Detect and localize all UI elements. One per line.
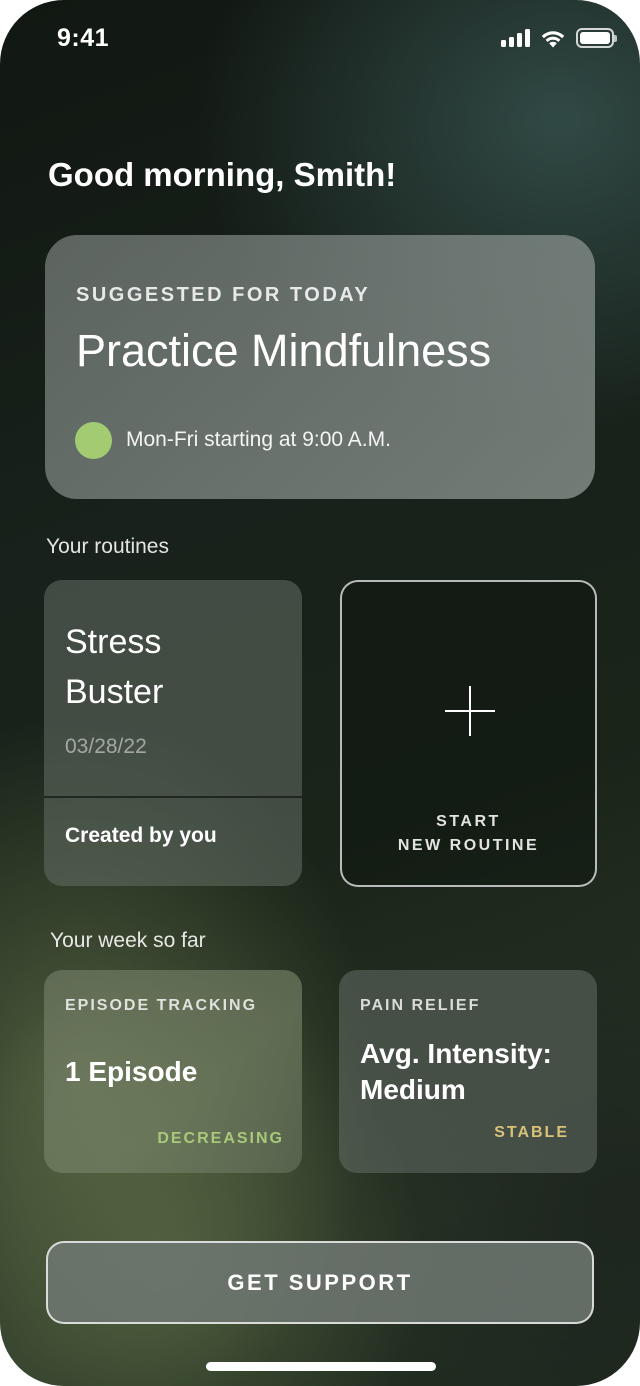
routine-name: Stress Buster	[65, 623, 164, 711]
suggested-schedule: Mon-Fri starting at 9:00 A.M.	[126, 428, 391, 451]
stat-trend: DECREASING	[157, 1130, 284, 1147]
routine-date: 03/28/22	[65, 735, 147, 758]
home-indicator[interactable]	[206, 1362, 436, 1371]
get-support-button[interactable]: GET SUPPORT	[46, 1241, 594, 1324]
plus-icon	[445, 686, 495, 736]
stat-eyebrow: EPISODE TRACKING	[65, 997, 258, 1014]
status-dot-icon	[75, 422, 112, 459]
routine-divider	[44, 796, 302, 798]
battery-icon	[576, 28, 617, 48]
suggested-title: Practice Mindfulness	[76, 325, 492, 376]
cellular-signal-icon	[501, 29, 530, 47]
battery-level	[580, 32, 610, 44]
stat-value: 1 Episode	[65, 1056, 198, 1087]
suggested-card[interactable]: SUGGESTED FOR TODAY Practice Mindfulness…	[45, 235, 595, 499]
stat-value: Avg. Intensity: Medium	[360, 1038, 552, 1105]
episode-tracking-card[interactable]: EPISODE TRACKING 1 Episode DECREASING	[44, 970, 302, 1173]
suggested-eyebrow: SUGGESTED FOR TODAY	[76, 284, 371, 306]
status-time: 9:41	[57, 24, 110, 52]
routines-section-label: Your routines	[46, 535, 169, 558]
wifi-icon	[541, 30, 565, 47]
phone-screen: 9:41 Good morning, Smith! SUGGESTED FOR …	[0, 0, 640, 1386]
status-icons	[501, 28, 617, 48]
new-routine-label: START NEW ROUTINE	[397, 813, 540, 854]
routine-creator: Created by you	[65, 824, 217, 847]
stat-trend: STABLE	[494, 1124, 569, 1141]
pain-relief-card[interactable]: PAIN RELIEF Avg. Intensity: Medium STABL…	[339, 970, 597, 1173]
week-section-label: Your week so far	[50, 929, 206, 952]
routine-card-stress-buster[interactable]: Stress Buster 03/28/22 Created by you	[44, 580, 302, 886]
stat-eyebrow: PAIN RELIEF	[360, 997, 481, 1014]
start-new-routine-button[interactable]: START NEW ROUTINE	[340, 580, 597, 887]
greeting-title: Good morning, Smith!	[48, 156, 397, 193]
